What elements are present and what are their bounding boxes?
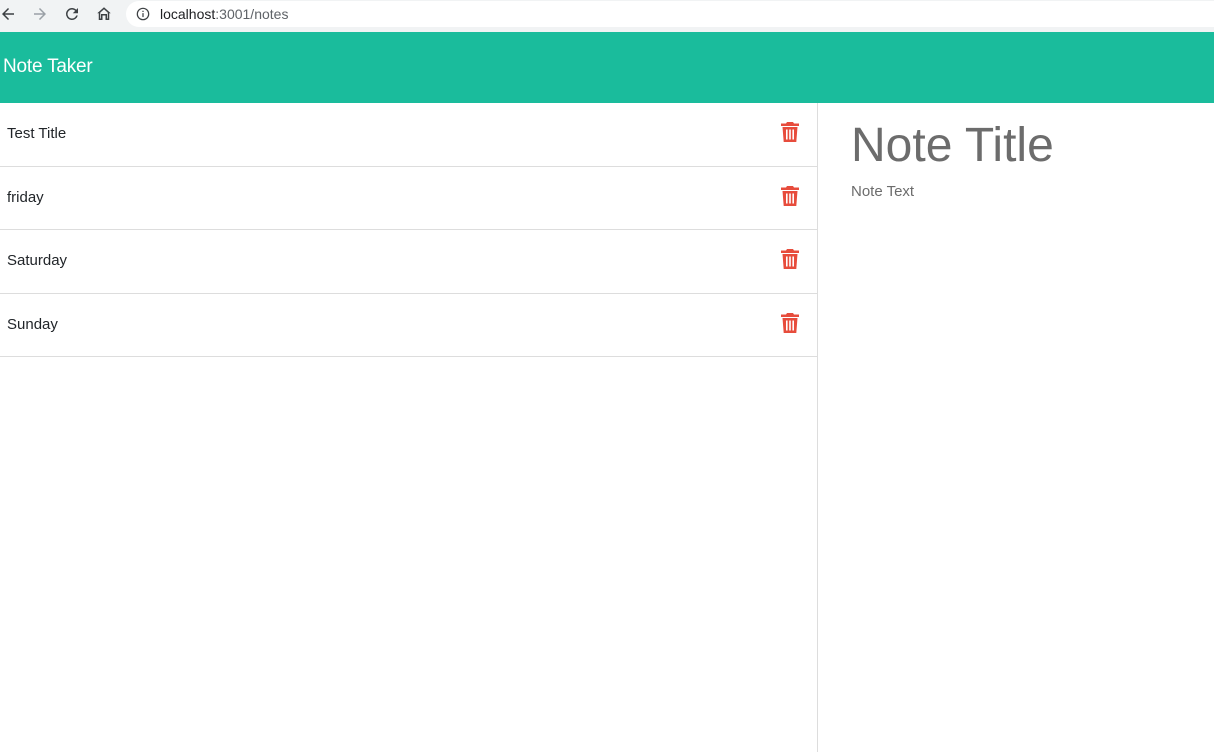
note-text-input[interactable] — [851, 183, 1211, 383]
forward-arrow-icon[interactable] — [28, 2, 52, 26]
trash-icon[interactable] — [780, 248, 800, 270]
app-title[interactable]: Note Taker — [3, 56, 93, 78]
note-title[interactable]: friday — [7, 189, 44, 206]
notes-list: Test Title friday Saturday Sunday — [0, 103, 818, 752]
list-item[interactable]: Saturday — [0, 230, 818, 294]
url-host: localhost — [160, 6, 216, 22]
address-bar[interactable]: localhost:3001/notes — [126, 1, 1214, 27]
back-arrow-icon[interactable] — [0, 2, 20, 26]
browser-toolbar: localhost:3001/notes — [0, 0, 1214, 32]
home-icon[interactable] — [92, 2, 116, 26]
list-item[interactable]: friday — [0, 167, 818, 230]
note-title[interactable]: Saturday — [7, 252, 67, 269]
app-header: Note Taker — [0, 32, 1214, 103]
note-title-input[interactable] — [851, 115, 1211, 175]
trash-icon[interactable] — [780, 121, 800, 143]
note-title[interactable]: Test Title — [7, 125, 66, 142]
trash-icon[interactable] — [780, 185, 800, 207]
list-item[interactable]: Test Title — [0, 103, 818, 167]
info-icon[interactable] — [136, 7, 150, 21]
list-item[interactable]: Sunday — [0, 294, 818, 357]
note-editor — [819, 103, 1214, 752]
url-path: :3001/notes — [215, 6, 289, 22]
reload-icon[interactable] — [60, 2, 84, 26]
trash-icon[interactable] — [780, 312, 800, 334]
note-title[interactable]: Sunday — [7, 316, 58, 333]
